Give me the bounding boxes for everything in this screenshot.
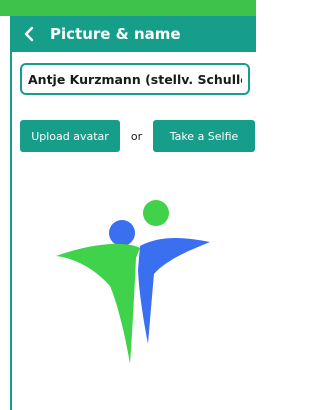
app-screen: Picture & name Upload avatar or Take a S… <box>10 16 256 410</box>
or-separator: or <box>130 129 143 143</box>
status-strip <box>0 0 256 16</box>
blue-head <box>109 220 135 246</box>
upload-avatar-button[interactable]: Upload avatar <box>20 120 120 152</box>
chevron-left-icon <box>24 26 34 42</box>
take-selfie-button[interactable]: Take a Selfie <box>153 120 255 152</box>
blue-body <box>138 238 210 344</box>
page-title: Picture & name <box>50 25 181 43</box>
people-logo-icon <box>56 200 210 364</box>
header-bar: Picture & name <box>12 16 256 52</box>
name-input[interactable] <box>20 63 250 95</box>
back-button[interactable] <box>24 16 46 52</box>
green-body <box>56 243 140 364</box>
green-head <box>143 200 169 226</box>
